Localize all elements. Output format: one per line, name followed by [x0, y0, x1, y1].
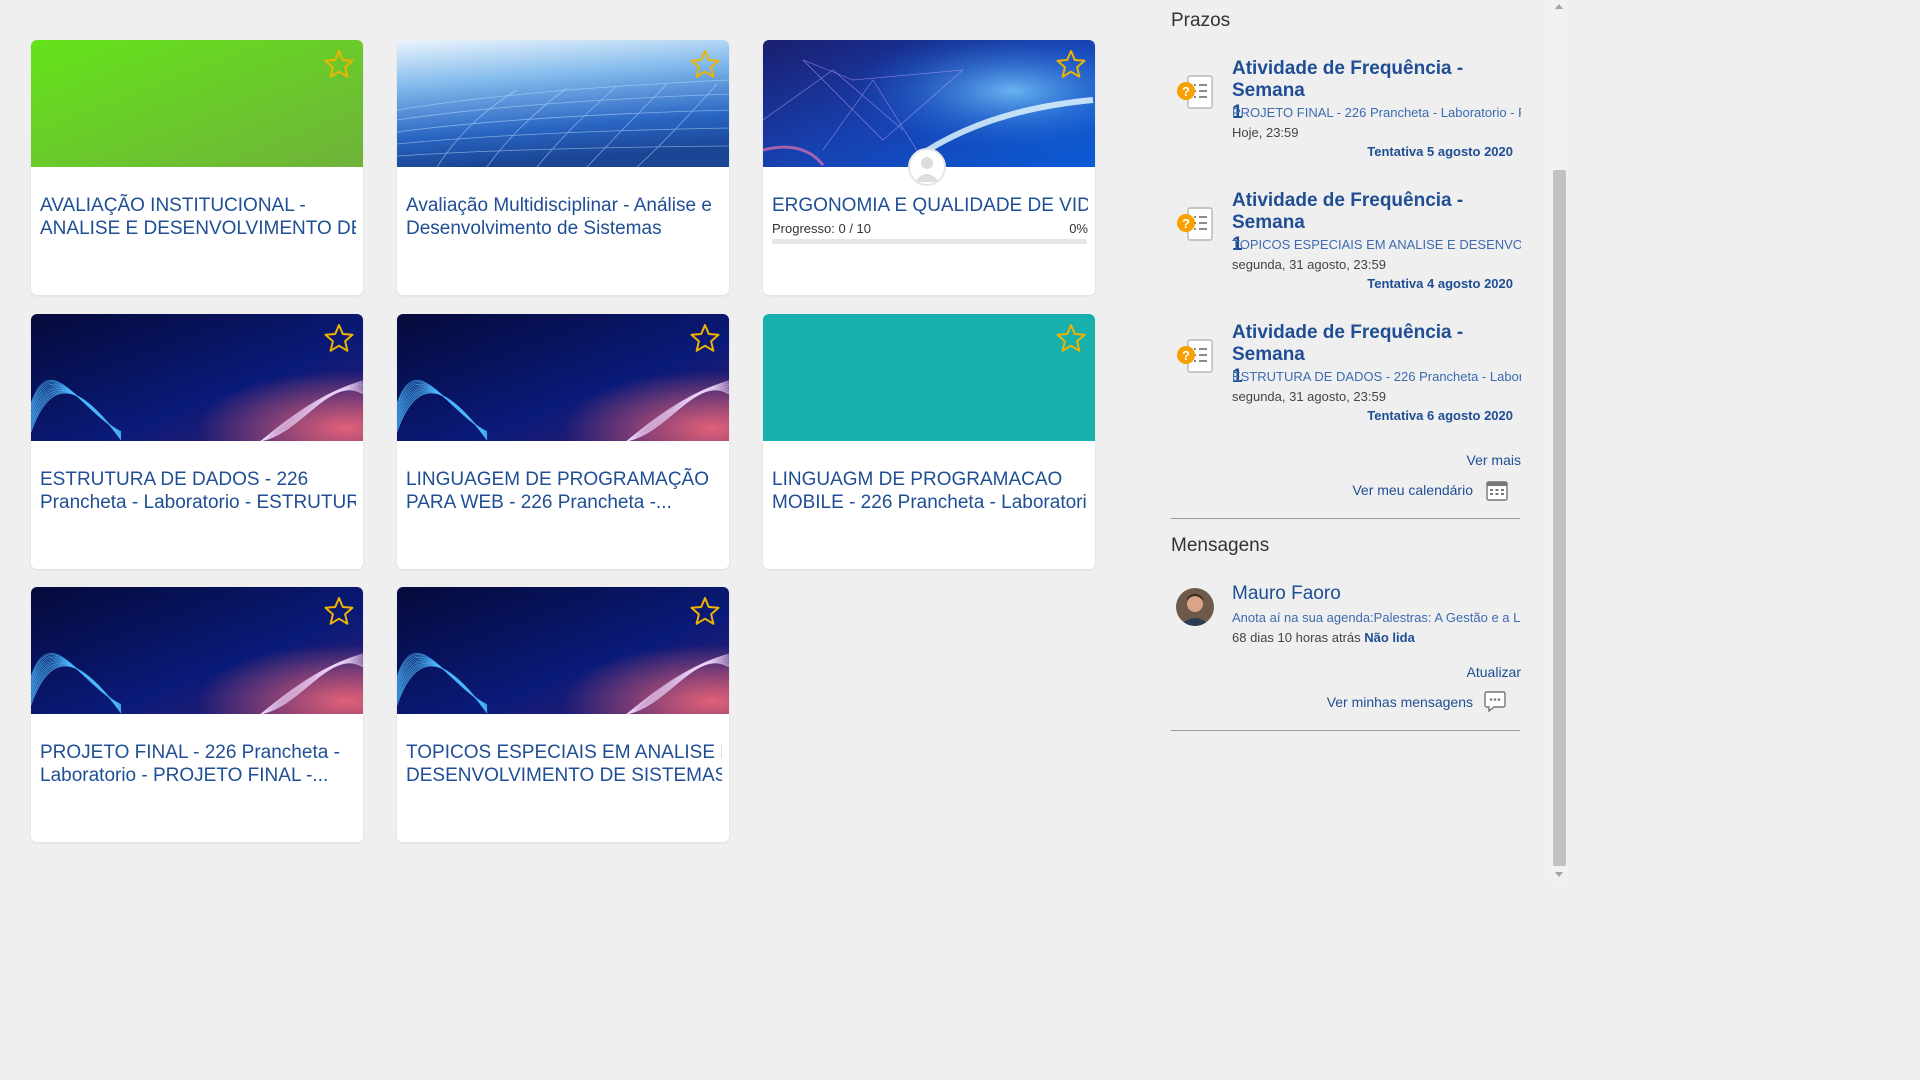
star-outline-icon[interactable] — [323, 48, 355, 80]
course-card[interactable]: ESTRUTURA DE DADOS - 226 Prancheta - Lab… — [31, 314, 363, 569]
message-status: Não lida — [1364, 630, 1415, 645]
course-title-line: DESENVOLVIMENTO DE SISTEMAS -... — [406, 765, 722, 786]
deadline-attempt-link[interactable]: Tentativa 4 agosto 2020 — [1367, 276, 1513, 291]
svg-text:?: ? — [1182, 348, 1190, 363]
deadline-time: Hoje, 23:59 — [1232, 125, 1299, 140]
deadline-item: ? Atividade de Frequência - Semana 1 PRO… — [1171, 58, 1521, 168]
divider — [1171, 730, 1520, 731]
course-title-link[interactable]: ERGONOMIA E QUALIDADE DE VIDA — [772, 194, 1088, 217]
course-title-line: ESTRUTURA DE DADOS - 226 — [40, 469, 309, 490]
divider — [1171, 518, 1520, 519]
course-title-line: LINGUAGEM DE PROGRAMAÇÃO — [406, 469, 709, 490]
course-title-link[interactable]: LINGUAGEM DE PROGRAMAÇÃO PARA WEB - 226 … — [406, 468, 722, 514]
course-title-line: PARA WEB - 226 Prancheta -... — [406, 492, 672, 513]
calendar-icon[interactable] — [1485, 480, 1509, 502]
avatar — [1176, 588, 1214, 626]
course-image — [31, 587, 363, 714]
deadline-title-line: Atividade de Frequência - Semana — [1232, 322, 1464, 365]
deadline-title-line: Atividade de Frequência - Semana — [1232, 58, 1464, 101]
deadline-attempt-link[interactable]: Tentativa 6 agosto 2020 — [1367, 408, 1513, 423]
star-outline-icon[interactable] — [323, 322, 355, 354]
course-card[interactable]: ERGONOMIA E QUALIDADE DE VIDA Progresso:… — [763, 40, 1095, 295]
svg-text:?: ? — [1182, 216, 1190, 231]
course-title-link[interactable]: TOPICOS ESPECIAIS EM ANALISE E DESENVOLV… — [406, 741, 722, 787]
scroll-down-icon[interactable] — [1555, 872, 1563, 877]
message-sender-link[interactable]: Mauro Faoro — [1232, 583, 1341, 605]
message-time: 68 dias 10 horas atrás Não lida — [1232, 630, 1415, 645]
deadline-attempt-link[interactable]: Tentativa 5 agosto 2020 — [1367, 144, 1513, 159]
deadline-course: ESTRUTURA DE DADOS - 226 Prancheta - Lab… — [1232, 369, 1521, 384]
course-title-link[interactable]: Avaliação Multidisciplinar - Análise e D… — [406, 194, 722, 240]
course-title-link[interactable]: AVALIAÇÃO INSTITUCIONAL - ANALISE E DESE… — [40, 194, 356, 240]
deadlines-title: Prazos — [1171, 10, 1231, 31]
deadline-item: ? Atividade de Frequência - Semana 1 EST… — [1171, 322, 1521, 432]
messages-title: Mensagens — [1171, 535, 1270, 556]
star-outline-icon[interactable] — [323, 595, 355, 627]
star-outline-icon[interactable] — [689, 322, 721, 354]
course-card[interactable]: LINGUAGEM DE PROGRAMAÇÃO PARA WEB - 226 … — [397, 314, 729, 569]
see-more-link[interactable]: Ver mais — [1467, 452, 1521, 468]
quiz-icon: ? — [1177, 207, 1213, 241]
course-title-line: Avaliação Multidisciplinar - Análise e — [406, 195, 712, 216]
course-image — [397, 587, 729, 714]
course-title-line: MOBILE - 226 Prancheta - Laboratori... — [772, 492, 1088, 513]
svg-text:?: ? — [1182, 84, 1190, 99]
course-title-line: ERGONOMIA E QUALIDADE DE VIDA — [772, 195, 1088, 216]
course-title-line: Laboratorio - PROJETO FINAL -... — [40, 765, 329, 786]
course-title-line: AVALIAÇÃO INSTITUCIONAL - — [40, 195, 306, 216]
scroll-up-icon[interactable] — [1555, 4, 1563, 9]
quiz-icon: ? — [1177, 75, 1213, 109]
course-title-line: PROJETO FINAL - 226 Prancheta - — [40, 742, 340, 763]
scrollbar-thumb[interactable] — [1553, 170, 1566, 866]
chat-bubble-icon[interactable] — [1483, 691, 1507, 713]
deadline-item: ? Atividade de Frequência - Semana 1 TOP… — [1171, 190, 1521, 300]
progress-label: Progresso: 0 / 10 0% — [772, 221, 1088, 236]
progress-bar — [772, 239, 1087, 244]
course-card[interactable]: AVALIAÇÃO INSTITUCIONAL - ANALISE E DESE… — [31, 40, 363, 295]
star-outline-icon[interactable] — [1055, 322, 1087, 354]
course-title-line: LINGUAGM DE PROGRAMACAO — [772, 469, 1063, 490]
calendar-link[interactable]: Ver meu calendário — [1352, 482, 1473, 498]
course-image — [31, 314, 363, 441]
course-title-line: TOPICOS ESPECIAIS EM ANALISE E — [406, 742, 722, 763]
deadline-course: PROJETO FINAL - 226 Prancheta - Laborato… — [1232, 105, 1521, 120]
course-title-line: Desenvolvimento de Sistemas — [406, 218, 662, 239]
star-outline-icon[interactable] — [1055, 48, 1087, 80]
star-outline-icon[interactable] — [689, 595, 721, 627]
refresh-link[interactable]: Atualizar — [1467, 664, 1521, 680]
message-time-text: 68 dias 10 horas atrás — [1232, 630, 1361, 645]
quiz-icon: ? — [1177, 339, 1213, 373]
course-card[interactable]: Avaliação Multidisciplinar - Análise e D… — [397, 40, 729, 295]
course-title-line: ANALISE E DESENVOLVIMENTO DE... — [40, 218, 356, 239]
course-image — [397, 40, 729, 167]
course-title-link[interactable]: LINGUAGM DE PROGRAMACAO MOBILE - 226 Pra… — [772, 468, 1088, 514]
course-title-line: Prancheta - Laboratorio - ESTRUTUR... — [40, 492, 356, 513]
course-card[interactable]: PROJETO FINAL - 226 Prancheta - Laborato… — [31, 587, 363, 842]
course-card[interactable]: LINGUAGM DE PROGRAMACAO MOBILE - 226 Pra… — [763, 314, 1095, 569]
course-image — [31, 40, 363, 167]
course-title-link[interactable]: PROJETO FINAL - 226 Prancheta - Laborato… — [40, 741, 356, 787]
deadline-title-line: Atividade de Frequência - Semana — [1232, 190, 1464, 233]
deadline-time: segunda, 31 agosto, 23:59 — [1232, 389, 1386, 404]
course-image — [763, 314, 1095, 441]
course-title-link[interactable]: ESTRUTURA DE DADOS - 226 Prancheta - Lab… — [40, 468, 356, 514]
avatar — [908, 148, 946, 186]
deadline-course: TOPICOS ESPECIAIS EM ANALISE E DESENVOLV… — [1232, 237, 1521, 252]
my-messages-link[interactable]: Ver minhas mensagens — [1327, 694, 1473, 710]
progress-text: Progresso: 0 / 10 — [772, 221, 871, 236]
progress-percent: 0% — [1069, 221, 1088, 236]
star-outline-icon[interactable] — [689, 48, 721, 80]
deadline-time: segunda, 31 agosto, 23:59 — [1232, 257, 1386, 272]
course-image — [397, 314, 729, 441]
course-card[interactable]: TOPICOS ESPECIAIS EM ANALISE E DESENVOLV… — [397, 587, 729, 842]
message-preview: Anota aí na sua agenda:Palestras: A Gest… — [1232, 610, 1521, 625]
